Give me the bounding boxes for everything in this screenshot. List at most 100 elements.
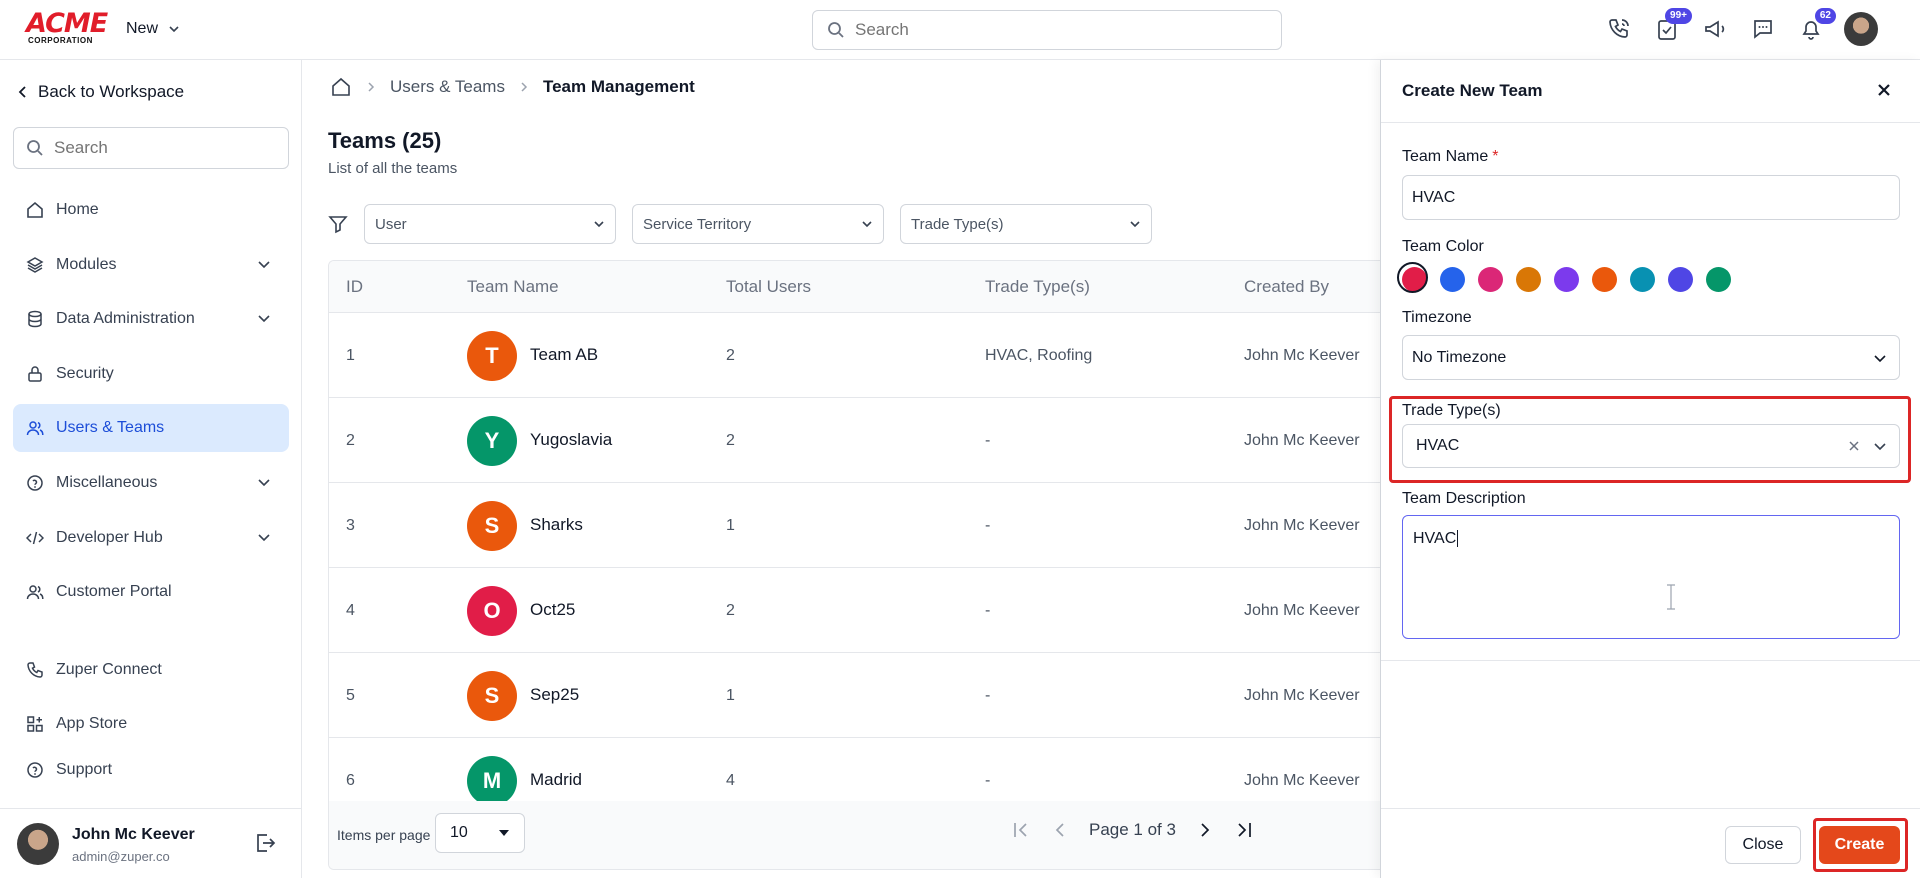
sidebar-item-miscellaneous[interactable]: Miscellaneous (13, 459, 289, 507)
column-header-team-name[interactable]: Team Name (467, 277, 559, 297)
color-swatch-orange[interactable] (1592, 267, 1617, 292)
timezone-select[interactable]: No Timezone (1402, 335, 1900, 380)
sidebar-search[interactable] (13, 127, 289, 169)
chevron-down-icon (594, 221, 604, 228)
user-filter-label: User (375, 215, 407, 233)
sidebar-item-app-store[interactable]: App Store (13, 700, 289, 748)
team-avatar: Y (467, 416, 517, 466)
sidebar-item-zuper-connect[interactable]: Zuper Connect (13, 646, 289, 694)
sidebar-search-input[interactable] (54, 138, 274, 158)
team-description-textarea[interactable]: HVAC (1402, 515, 1900, 639)
required-mark: * (1492, 148, 1499, 165)
cell-trade-types: HVAC, Roofing (985, 347, 1093, 364)
sidebar-item-label: Data Administration (56, 310, 195, 327)
phone-call-icon (1609, 19, 1629, 38)
drawer-header: Create New Team (1381, 60, 1920, 123)
sidebar-item-home[interactable]: Home (13, 186, 289, 234)
last-page-icon[interactable] (1234, 820, 1254, 840)
avatar[interactable] (17, 823, 59, 865)
table-row[interactable]: 1 T Team AB 2 HVAC, Roofing John Mc Keev… (329, 313, 1380, 398)
first-page-icon[interactable] (1011, 820, 1031, 840)
sidebar-item-customer-portal[interactable]: Customer Portal (13, 568, 289, 616)
trade-type-filter[interactable]: Trade Type(s) (900, 204, 1152, 244)
close-icon (1878, 84, 1890, 96)
sidebar-item-data-administration[interactable]: Data Administration (13, 295, 289, 343)
sidebar-item-label: Modules (56, 256, 117, 273)
page-title: Teams (25) (328, 128, 442, 153)
column-header-total-users[interactable]: Total Users (726, 277, 811, 297)
chevron-down-icon (258, 479, 270, 487)
team-avatar: M (467, 756, 517, 806)
column-header-id[interactable]: ID (346, 277, 363, 297)
color-swatch-indigo[interactable] (1668, 267, 1693, 292)
team-name-input[interactable]: HVAC (1402, 175, 1900, 220)
caret-down-icon (499, 830, 509, 836)
teams-table: ID Team Name Total Users Trade Type(s) C… (328, 260, 1380, 870)
back-to-workspace-link[interactable]: Back to Workspace (18, 82, 184, 102)
table-row[interactable]: 2 Y Yugoslavia 2 - John Mc Keever (329, 398, 1380, 483)
filter-icon[interactable] (328, 214, 348, 234)
color-swatch-amber[interactable] (1516, 267, 1541, 292)
notifications-button[interactable]: 62 (1796, 8, 1836, 48)
cell-team-name: Sep25 (530, 685, 580, 704)
trade-type-select[interactable]: HVAC (1402, 424, 1900, 468)
logout-icon (257, 834, 276, 852)
color-swatch-crimson[interactable] (1397, 262, 1428, 293)
announcements-button[interactable] (1700, 10, 1730, 48)
messages-button[interactable] (1748, 10, 1778, 48)
next-page-icon[interactable] (1198, 820, 1212, 840)
table-header: ID Team Name Total Users Trade Type(s) C… (329, 261, 1380, 313)
cell-created-by: John Mc Keever (1244, 687, 1360, 704)
create-button[interactable]: Create (1819, 826, 1900, 864)
column-header-trade-types[interactable]: Trade Type(s) (985, 277, 1090, 297)
team-color-label: Team Color (1402, 238, 1484, 255)
table-row[interactable]: 5 S Sep25 1 - John Mc Keever (329, 653, 1380, 738)
cell-created-by: John Mc Keever (1244, 432, 1360, 449)
user-filter[interactable]: User (364, 204, 616, 244)
items-per-page-value: 10 (450, 824, 468, 841)
service-territory-filter[interactable]: Service Territory (632, 204, 884, 244)
acme-logo[interactable]: ACME CORPORATION (26, 10, 108, 45)
table-row[interactable]: 4 O Oct25 2 - John Mc Keever (329, 568, 1380, 653)
cell-created-by: John Mc Keever (1244, 772, 1360, 789)
sidebar-item-developer-hub[interactable]: Developer Hub (13, 514, 289, 562)
home-icon (27, 201, 43, 218)
cell-trade-types: - (985, 687, 991, 704)
breadcrumb-parent[interactable]: Users & Teams (390, 77, 505, 97)
column-header-created-by[interactable]: Created By (1244, 277, 1329, 297)
drawer-close-button[interactable] (1874, 80, 1894, 104)
chevron-down-icon (258, 315, 270, 323)
sidebar-item-security[interactable]: Security (13, 350, 289, 398)
tasks-button[interactable]: 99+ (1652, 8, 1692, 48)
color-swatch-violet[interactable] (1554, 267, 1579, 292)
sidebar-item-users-teams[interactable]: Users & Teams (13, 404, 289, 452)
color-swatch-green[interactable] (1706, 267, 1731, 292)
close-button[interactable]: Close (1725, 826, 1801, 864)
table-row[interactable]: 3 S Sharks 1 - John Mc Keever (329, 483, 1380, 568)
breadcrumb-current: Team Management (542, 77, 695, 96)
clear-icon[interactable] (1849, 441, 1859, 451)
drawer-title: Create New Team (1402, 81, 1543, 100)
sidebar-item-support[interactable]: Support (13, 746, 289, 794)
sidebar-item-label: Zuper Connect (56, 661, 162, 678)
global-search-input[interactable] (855, 20, 1255, 40)
color-swatch-cyan[interactable] (1630, 267, 1655, 292)
chevron-down-icon[interactable] (1873, 439, 1887, 453)
items-per-page-select[interactable]: 10 (435, 813, 525, 853)
cell-total-users: 2 (726, 602, 735, 619)
trade-type-controls (1849, 439, 1887, 453)
user-email: admin@zuper.co (72, 849, 170, 864)
new-menu-button[interactable]: New (126, 20, 180, 38)
sidebar-item-modules[interactable]: Modules (13, 241, 289, 289)
phone-call-button[interactable] (1604, 10, 1634, 48)
user-avatar[interactable] (1844, 12, 1878, 46)
previous-page-icon[interactable] (1053, 820, 1067, 840)
home-icon[interactable] (330, 76, 352, 98)
team-avatar: S (467, 671, 517, 721)
global-search[interactable] (812, 10, 1282, 50)
logout-button[interactable] (253, 831, 277, 859)
apps-icon (27, 716, 43, 732)
color-swatch-pink[interactable] (1478, 267, 1503, 292)
color-swatch-blue[interactable] (1440, 267, 1465, 292)
divider (1381, 660, 1920, 661)
